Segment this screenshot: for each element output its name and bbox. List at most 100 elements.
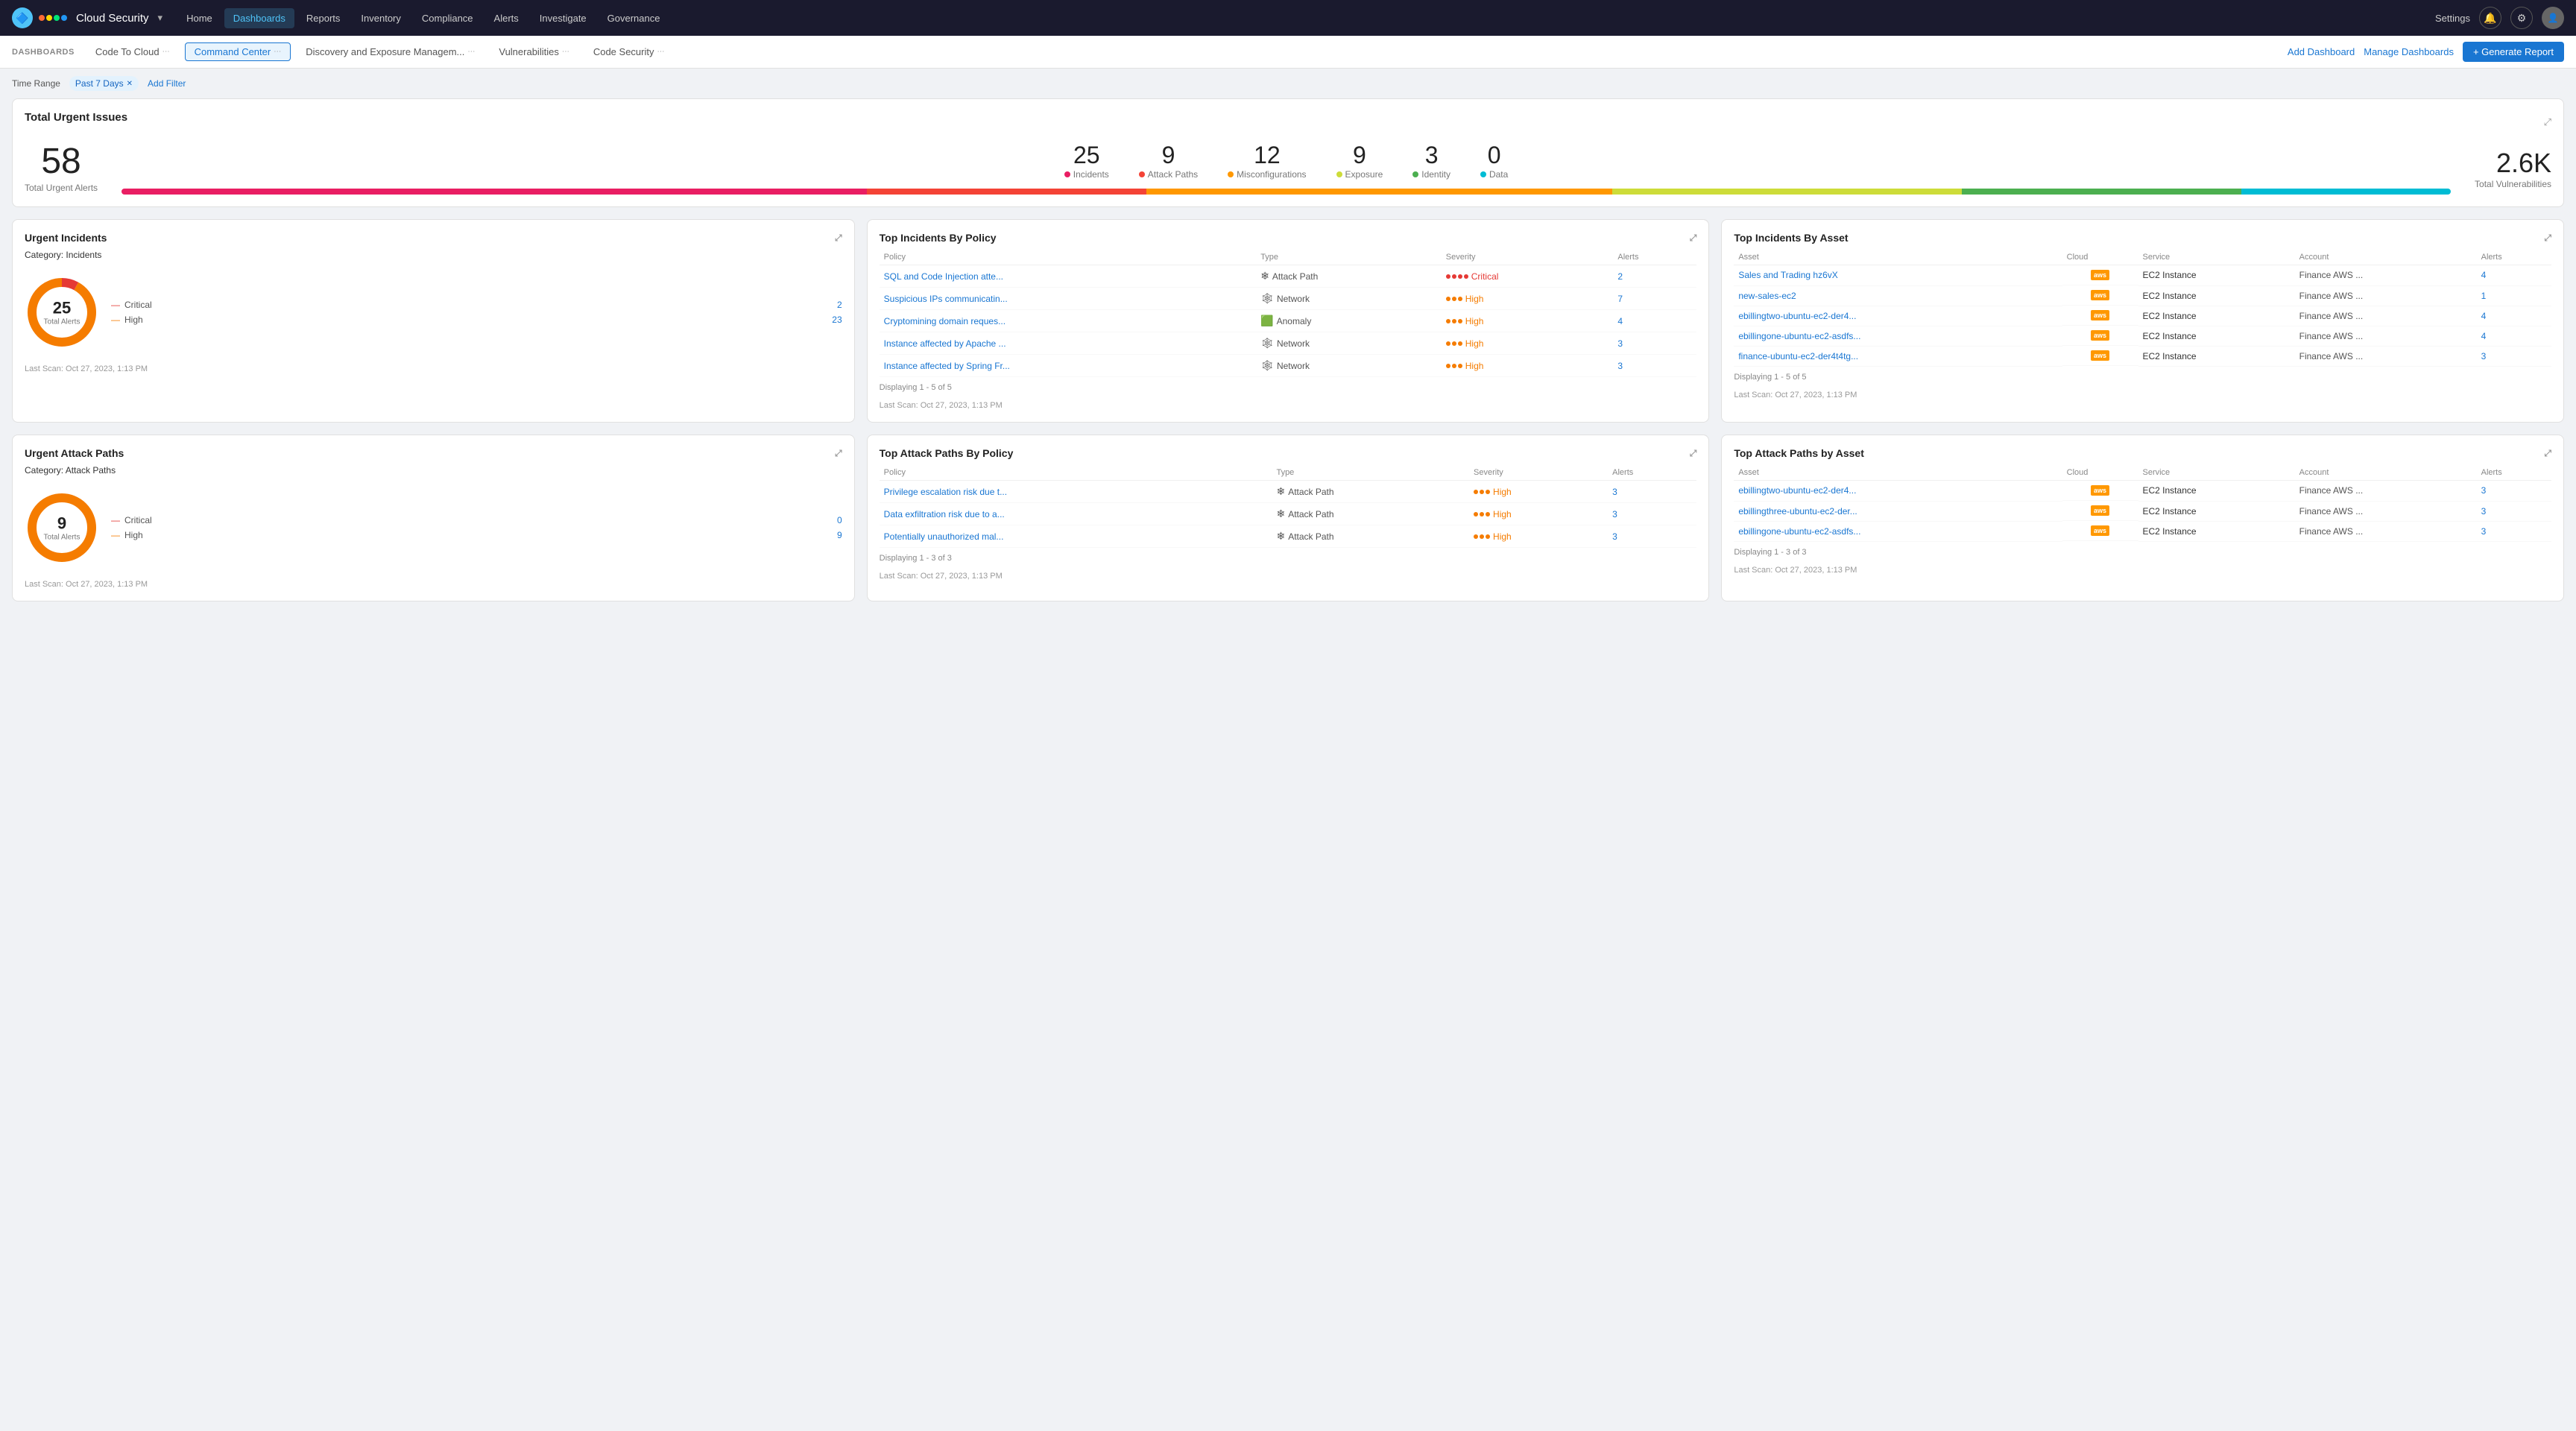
alert-value[interactable]: 4 bbox=[1617, 316, 1623, 326]
asset-link[interactable]: finance-ubuntu-ec2-der4t4tg... bbox=[1738, 351, 1872, 361]
policy-link[interactable]: Data exfiltration risk due to a... bbox=[884, 509, 1018, 519]
manage-dashboards-button[interactable]: Manage Dashboards bbox=[2364, 46, 2454, 57]
vuln-number: 2.6K bbox=[2475, 148, 2551, 179]
incidents-number: 25 bbox=[1064, 142, 1109, 169]
aws-badge: aws bbox=[2091, 330, 2109, 341]
critical-alerts[interactable]: 0 bbox=[837, 515, 842, 525]
table-row: Sales and Trading hz6vX aws EC2 Instance… bbox=[1734, 265, 2551, 286]
notification-icon[interactable]: 🔔 bbox=[2479, 7, 2501, 29]
nav-alerts[interactable]: Alerts bbox=[485, 8, 528, 28]
tab-code-security-label: Code Security bbox=[593, 46, 654, 57]
urgent-incidents-title: Urgent Incidents ⤢ bbox=[25, 232, 842, 244]
nav-dashboards[interactable]: Dashboards bbox=[224, 8, 294, 28]
asset-link[interactable]: ebillingone-ubuntu-ec2-asdfs... bbox=[1738, 526, 1872, 537]
critical-alerts[interactable]: 2 bbox=[837, 300, 842, 310]
nav-investigate[interactable]: Investigate bbox=[531, 8, 596, 28]
policy-link[interactable]: Privilege escalation risk due t... bbox=[884, 487, 1018, 497]
data-segment bbox=[2241, 189, 2451, 195]
alert-value[interactable]: 1 bbox=[2481, 291, 2487, 301]
asset-link[interactable]: new-sales-ec2 bbox=[1738, 291, 1872, 301]
tab-command-center[interactable]: Command Center ⋯ bbox=[185, 42, 291, 61]
policy-link[interactable]: Suspicious IPs communicatin... bbox=[884, 294, 1018, 304]
expand-icon[interactable]: ⤢ bbox=[835, 233, 842, 244]
time-range-label: Time Range bbox=[12, 78, 60, 89]
gear-icon[interactable]: ⚙ bbox=[2510, 7, 2533, 29]
total-number: 58 bbox=[25, 144, 98, 180]
time-range-close-icon[interactable]: ✕ bbox=[127, 80, 133, 88]
tab-code-security[interactable]: Code Security ⋯ bbox=[584, 43, 674, 60]
alert-value[interactable]: 3 bbox=[1612, 531, 1617, 542]
tab-command-center-dots: ⋯ bbox=[274, 48, 281, 56]
generate-report-button[interactable]: + Generate Report bbox=[2463, 42, 2564, 62]
alert-value[interactable]: 3 bbox=[1617, 361, 1623, 371]
col-policy: Policy bbox=[880, 465, 1272, 481]
severity-badge: High bbox=[1446, 316, 1609, 326]
table-row: new-sales-ec2 aws EC2 Instance Finance A… bbox=[1734, 285, 2551, 306]
policy-link[interactable]: Potentially unauthorized mal... bbox=[884, 531, 1018, 542]
expand-icon[interactable]: ⤢ bbox=[1690, 448, 1697, 459]
top-nav: 🔷 Cloud Security ▾ Home Dashboards Repor… bbox=[0, 0, 2576, 36]
col-type: Type bbox=[1256, 250, 1442, 265]
table-row: Instance affected by Spring Fr... 🕸Netwo… bbox=[880, 355, 1697, 377]
nav-home[interactable]: Home bbox=[177, 8, 221, 28]
avatar[interactable]: 👤 bbox=[2542, 7, 2564, 29]
expand-icon[interactable]: ⤢ bbox=[2544, 233, 2551, 244]
alert-value[interactable]: 3 bbox=[1612, 509, 1617, 519]
alert-value[interactable]: 4 bbox=[2481, 270, 2487, 280]
donut-section: 9 Total Alerts — Critical 0 — High 9 bbox=[25, 484, 842, 571]
policy-link[interactable]: Cryptomining domain reques... bbox=[884, 316, 1018, 326]
total-urgent-count: 58 Total Urgent Alerts bbox=[25, 144, 98, 193]
alert-value[interactable]: 3 bbox=[2481, 506, 2487, 517]
policy-link[interactable]: Instance affected by Apache ... bbox=[884, 338, 1018, 349]
tab-discovery[interactable]: Discovery and Exposure Managem... ⋯ bbox=[297, 43, 484, 60]
urgent-incidents-card: Urgent Incidents ⤢ Category: Incidents bbox=[12, 219, 855, 423]
displaying-count: Displaying 1 - 3 of 3 bbox=[1734, 548, 2551, 557]
alert-value[interactable]: 4 bbox=[2481, 311, 2487, 321]
aws-badge: aws bbox=[2091, 505, 2109, 516]
add-filter-button[interactable]: Add Filter bbox=[148, 78, 186, 89]
logo-dropdown-icon[interactable]: ▾ bbox=[158, 12, 163, 24]
alert-value[interactable]: 3 bbox=[2481, 485, 2487, 496]
asset-link[interactable]: Sales and Trading hz6vX bbox=[1738, 270, 1872, 280]
alert-value[interactable]: 2 bbox=[1617, 271, 1623, 282]
settings-label[interactable]: Settings bbox=[2435, 13, 2470, 24]
severity-badge: High bbox=[1446, 294, 1609, 304]
col-severity: Severity bbox=[1442, 250, 1614, 265]
aws-badge: aws bbox=[2091, 350, 2109, 361]
expand-icon[interactable]: ⤢ bbox=[1690, 233, 1697, 244]
tab-code-to-cloud[interactable]: Code To Cloud ⋯ bbox=[86, 43, 179, 60]
expand-icon[interactable]: ⤢ bbox=[835, 448, 842, 459]
alert-value[interactable]: 4 bbox=[2481, 331, 2487, 341]
table-row: Cryptomining domain reques... 🟩Anomaly H… bbox=[880, 310, 1697, 332]
policy-link[interactable]: Instance affected by Spring Fr... bbox=[884, 361, 1018, 371]
asset-link[interactable]: ebillingone-ubuntu-ec2-asdfs... bbox=[1738, 331, 1872, 341]
expand-icon[interactable]: ⤢ bbox=[2544, 448, 2551, 459]
main-content: Total Urgent Issues ⤢ 58 Total Urgent Al… bbox=[0, 98, 2576, 625]
expand-icon[interactable]: ⤢ bbox=[2544, 116, 2551, 128]
alert-value[interactable]: 7 bbox=[1617, 294, 1623, 304]
alert-value[interactable]: 3 bbox=[2481, 526, 2487, 537]
time-range-chip[interactable]: Past 7 Days ✕ bbox=[69, 76, 139, 91]
asset-link[interactable]: ebillingthree-ubuntu-ec2-der... bbox=[1738, 506, 1872, 517]
asset-link[interactable]: ebillingtwo-ubuntu-ec2-der4... bbox=[1738, 485, 1872, 496]
nav-reports[interactable]: Reports bbox=[297, 8, 350, 28]
asset-link[interactable]: ebillingtwo-ubuntu-ec2-der4... bbox=[1738, 311, 1872, 321]
nav-compliance[interactable]: Compliance bbox=[413, 8, 482, 28]
high-alerts[interactable]: 23 bbox=[832, 315, 842, 325]
alert-value[interactable]: 3 bbox=[2481, 351, 2487, 361]
donut-chart: 25 Total Alerts bbox=[25, 275, 99, 350]
nav-inventory[interactable]: Inventory bbox=[352, 8, 409, 28]
logo-dots bbox=[39, 15, 67, 21]
policy-link[interactable]: SQL and Code Injection atte... bbox=[884, 271, 1018, 282]
table-row: ebillingone-ubuntu-ec2-asdfs... aws EC2 … bbox=[1734, 326, 2551, 346]
alert-value[interactable]: 3 bbox=[1612, 487, 1617, 497]
col-asset: Asset bbox=[1734, 250, 2062, 265]
tab-vulnerabilities[interactable]: Vulnerabilities ⋯ bbox=[490, 43, 578, 60]
scan-time: Last Scan: Oct 27, 2023, 1:13 PM bbox=[880, 401, 1697, 410]
table-row: finance-ubuntu-ec2-der4t4tg... aws EC2 I… bbox=[1734, 346, 2551, 366]
add-dashboard-button[interactable]: Add Dashboard bbox=[2288, 46, 2355, 57]
nav-governance[interactable]: Governance bbox=[599, 8, 669, 28]
alert-value[interactable]: 3 bbox=[1617, 338, 1623, 349]
incidents-segment bbox=[121, 189, 867, 195]
high-alerts[interactable]: 9 bbox=[837, 530, 842, 540]
